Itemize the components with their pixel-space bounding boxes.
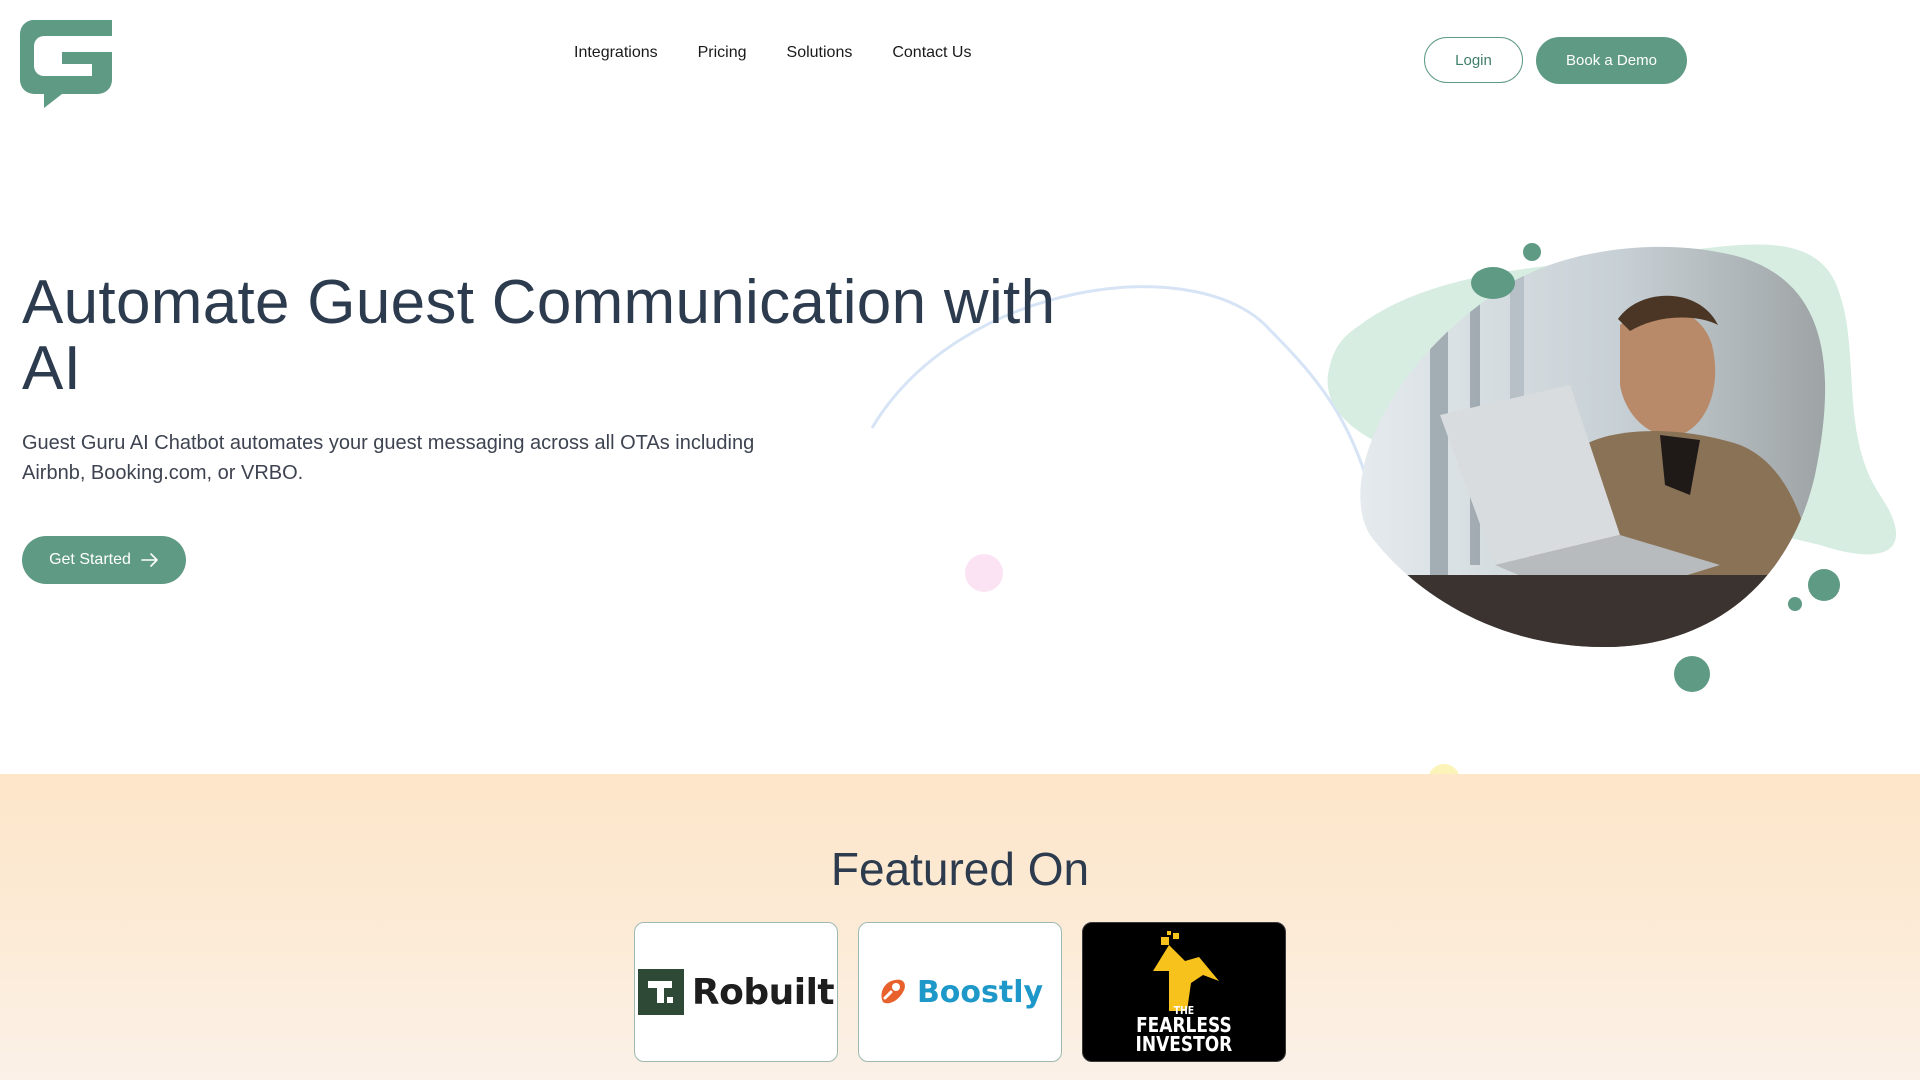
fearless-investor-wordmark: THE FEARLESS INVESTOR [1135,1003,1233,1056]
nav-solutions[interactable]: Solutions [787,44,853,62]
robuilt-logo [637,969,684,1015]
get-started-button[interactable]: Get Started [22,536,186,584]
robuilt-wordmark: Robuilt [691,971,835,1013]
featured-on-section: Featured On Robuilt Boostly THE FEARLESS… [0,774,1920,1080]
main-nav: Integrations Pricing Solutions Contact U… [574,44,971,62]
book-demo-button[interactable]: Book a Demo [1536,37,1687,84]
hero-illustration [1327,243,1897,692]
nav-contact-us[interactable]: Contact Us [892,44,971,62]
hero-title: Automate Guest Communication with AI [22,268,1056,403]
login-button[interactable]: Login [1424,37,1523,83]
get-started-label: Get Started [49,551,131,568]
fearless-investor-card[interactable]: THE FEARLESS INVESTOR [1082,922,1286,1062]
site-header: Integrations Pricing Solutions Contact U… [0,0,1920,120]
featured-title: Featured On [830,843,1090,895]
pink-dot [965,554,1003,592]
green-dot [1674,656,1710,692]
robuilt-card[interactable]: Robuilt [634,922,838,1062]
boostly-wordmark: Boostly [916,974,1044,1010]
featured-logos: Robuilt Boostly THE FEARLESS INVESTOR [634,922,1286,1062]
green-dot-tiny [1788,597,1802,611]
boostly-card[interactable]: Boostly [858,922,1062,1062]
green-dot [1808,569,1840,601]
green-dot-small [1523,243,1541,261]
guest-guru-logo[interactable] [14,14,120,108]
nav-pricing[interactable]: Pricing [698,44,747,62]
boostly-logo [881,979,905,1004]
green-dot [1471,267,1515,299]
landing-page: Integrations Pricing Solutions Contact U… [0,0,1920,1080]
arrow-right-icon [141,553,158,567]
hero-subtitle: Guest Guru AI Chatbot automates your gue… [22,432,755,484]
nav-integrations[interactable]: Integrations [574,44,658,62]
fearless-investor-logo [1153,930,1219,1011]
